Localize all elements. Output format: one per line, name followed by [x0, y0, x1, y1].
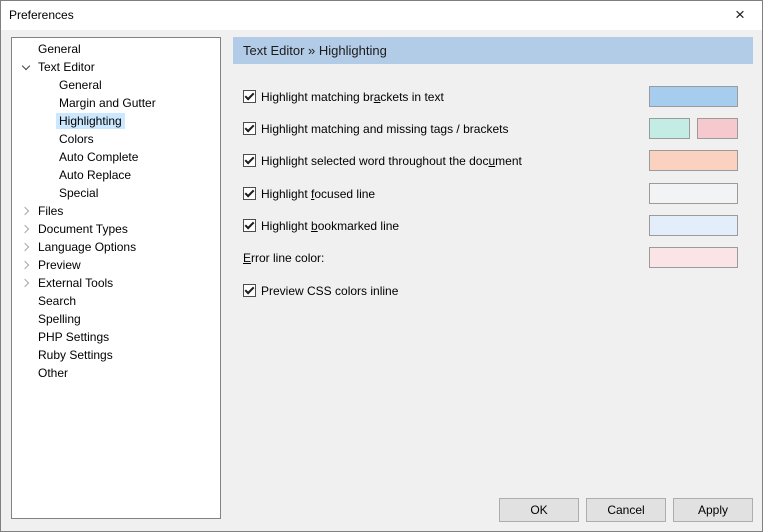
focused-line-checkbox[interactable] — [243, 187, 256, 200]
sidebar-item-general[interactable]: General — [12, 76, 220, 94]
sidebar-item-spelling[interactable]: Spelling — [12, 310, 220, 328]
focused-line-label-group: Highlight focused line — [243, 187, 375, 201]
setting-row-preview-css: Preview CSS colors inline — [243, 280, 738, 301]
sidebar-item-label: External Tools — [35, 275, 116, 291]
setting-row-matching-brackets: Highlight matching brackets in text — [243, 86, 738, 107]
apply-button[interactable]: Apply — [673, 498, 753, 522]
error-line-swatch-group — [649, 247, 738, 268]
sidebar-item-highlighting[interactable]: Highlighting — [12, 112, 220, 130]
setting-row-selected-word: Highlight selected word throughout the d… — [243, 150, 738, 171]
chevron-glyph — [22, 62, 30, 70]
sidebar-item-label: Other — [35, 365, 71, 381]
sidebar-item-preview[interactable]: Preview — [12, 256, 220, 274]
preview-css-checkbox[interactable] — [243, 284, 256, 297]
sidebar-item-general[interactable]: General — [12, 40, 220, 58]
settings-tree: General Text Editor General Margin and Gutt… — [11, 37, 221, 519]
sidebar-item-label: Margin and Gutter — [56, 95, 159, 111]
matching-brackets-checkbox[interactable] — [243, 90, 256, 103]
matching-brackets-label: Highlight matching brackets in text — [261, 90, 444, 104]
sidebar-item-auto-replace[interactable]: Auto Replace — [12, 166, 220, 184]
setting-row-error-line: Error line color: — [243, 247, 738, 268]
page-title: Text Editor » Highlighting — [233, 37, 753, 64]
bookmarked-line-label: Highlight bookmarked line — [261, 219, 399, 233]
window-title: Preferences — [9, 0, 74, 30]
preview-css-label: Preview CSS colors inline — [261, 284, 398, 298]
sidebar-item-external-tools[interactable]: External Tools — [12, 274, 220, 292]
tags-brackets-label-group: Highlight matching and missing tags / br… — [243, 122, 508, 136]
sidebar-item-label: Language Options — [35, 239, 139, 255]
sidebar-item-special[interactable]: Special — [12, 184, 220, 202]
sidebar-item-label: Auto Complete — [56, 149, 141, 165]
setting-row-focused-line: Highlight focused line — [243, 183, 738, 204]
tags-brackets-label: Highlight matching and missing tags / br… — [261, 122, 508, 136]
error-line-label-group: Error line color: — [243, 251, 324, 265]
selected-word-swatch-group — [649, 150, 738, 171]
sidebar-item-label: Ruby Settings — [35, 347, 116, 363]
selected-word-color-swatch[interactable] — [649, 150, 738, 171]
ok-button[interactable]: OK — [499, 498, 579, 522]
missing-tag-color-swatch[interactable] — [697, 118, 738, 139]
sidebar-item-label: Special — [56, 185, 101, 201]
chevron-glyph — [21, 279, 29, 287]
chevron-glyph — [21, 207, 29, 215]
sidebar-item-search[interactable]: Search — [12, 292, 220, 310]
bookmarked-line-checkbox[interactable] — [243, 219, 256, 232]
sidebar-item-label: Document Types — [35, 221, 131, 237]
cancel-button[interactable]: Cancel — [586, 498, 666, 522]
chevron-glyph — [21, 225, 29, 233]
error-line-label: Error line color: — [243, 251, 324, 265]
bookmarked-line-swatch-group — [649, 215, 738, 236]
setting-row-tags-brackets: Highlight matching and missing tags / br… — [243, 118, 738, 139]
sidebar-item-document-types[interactable]: Document Types — [12, 220, 220, 238]
bookmarked-line-label-group: Highlight bookmarked line — [243, 219, 399, 233]
sidebar-item-files[interactable]: Files — [12, 202, 220, 220]
sidebar-item-label: Search — [35, 293, 79, 309]
title-bar: Preferences × — [0, 0, 763, 30]
preview-css-label-group: Preview CSS colors inline — [243, 284, 398, 298]
setting-row-bookmarked-line: Highlight bookmarked line — [243, 215, 738, 236]
focused-line-color-swatch[interactable] — [649, 183, 738, 204]
sidebar-item-ruby-settings[interactable]: Ruby Settings — [12, 346, 220, 364]
chevron-glyph — [21, 243, 29, 251]
focused-line-swatch-group — [649, 183, 738, 204]
sidebar-item-auto-complete[interactable]: Auto Complete — [12, 148, 220, 166]
error-line-color-swatch[interactable] — [649, 247, 738, 268]
selected-word-label: Highlight selected word throughout the d… — [261, 154, 522, 168]
sidebar-item-label: Preview — [35, 257, 84, 273]
sidebar-item-php-settings[interactable]: PHP Settings — [12, 328, 220, 346]
selected-word-checkbox[interactable] — [243, 154, 256, 167]
sidebar-item-language-options[interactable]: Language Options — [12, 238, 220, 256]
sidebar-item-label: Text Editor — [35, 59, 98, 75]
sidebar-item-colors[interactable]: Colors — [12, 130, 220, 148]
sidebar-item-label: Auto Replace — [56, 167, 134, 183]
sidebar-item-label: General — [56, 77, 105, 93]
sidebar-item-label: General — [35, 41, 84, 57]
matching-tag-color-swatch[interactable] — [649, 118, 690, 139]
matching-brackets-swatch-group — [649, 86, 738, 107]
tags-brackets-swatch-group — [649, 118, 738, 139]
matching-brackets-label-group: Highlight matching brackets in text — [243, 90, 444, 104]
sidebar-item-other[interactable]: Other — [12, 364, 220, 382]
chevron-glyph — [21, 261, 29, 269]
close-icon[interactable]: × — [717, 0, 763, 30]
sidebar-item-label: Highlighting — [56, 113, 125, 129]
bookmarked-line-color-swatch[interactable] — [649, 215, 738, 236]
sidebar-item-label: Files — [35, 203, 66, 219]
sidebar-item-label: PHP Settings — [35, 329, 112, 345]
selected-word-label-group: Highlight selected word throughout the d… — [243, 154, 522, 168]
matching-brackets-color-swatch[interactable] — [649, 86, 738, 107]
focused-line-label: Highlight focused line — [261, 187, 375, 201]
sidebar-item-label: Spelling — [35, 311, 84, 327]
tags-brackets-checkbox[interactable] — [243, 122, 256, 135]
sidebar-item-margin-and-gutter[interactable]: Margin and Gutter — [12, 94, 220, 112]
sidebar-item-text-editor[interactable]: Text Editor — [12, 58, 220, 76]
sidebar-item-label: Colors — [56, 131, 97, 147]
